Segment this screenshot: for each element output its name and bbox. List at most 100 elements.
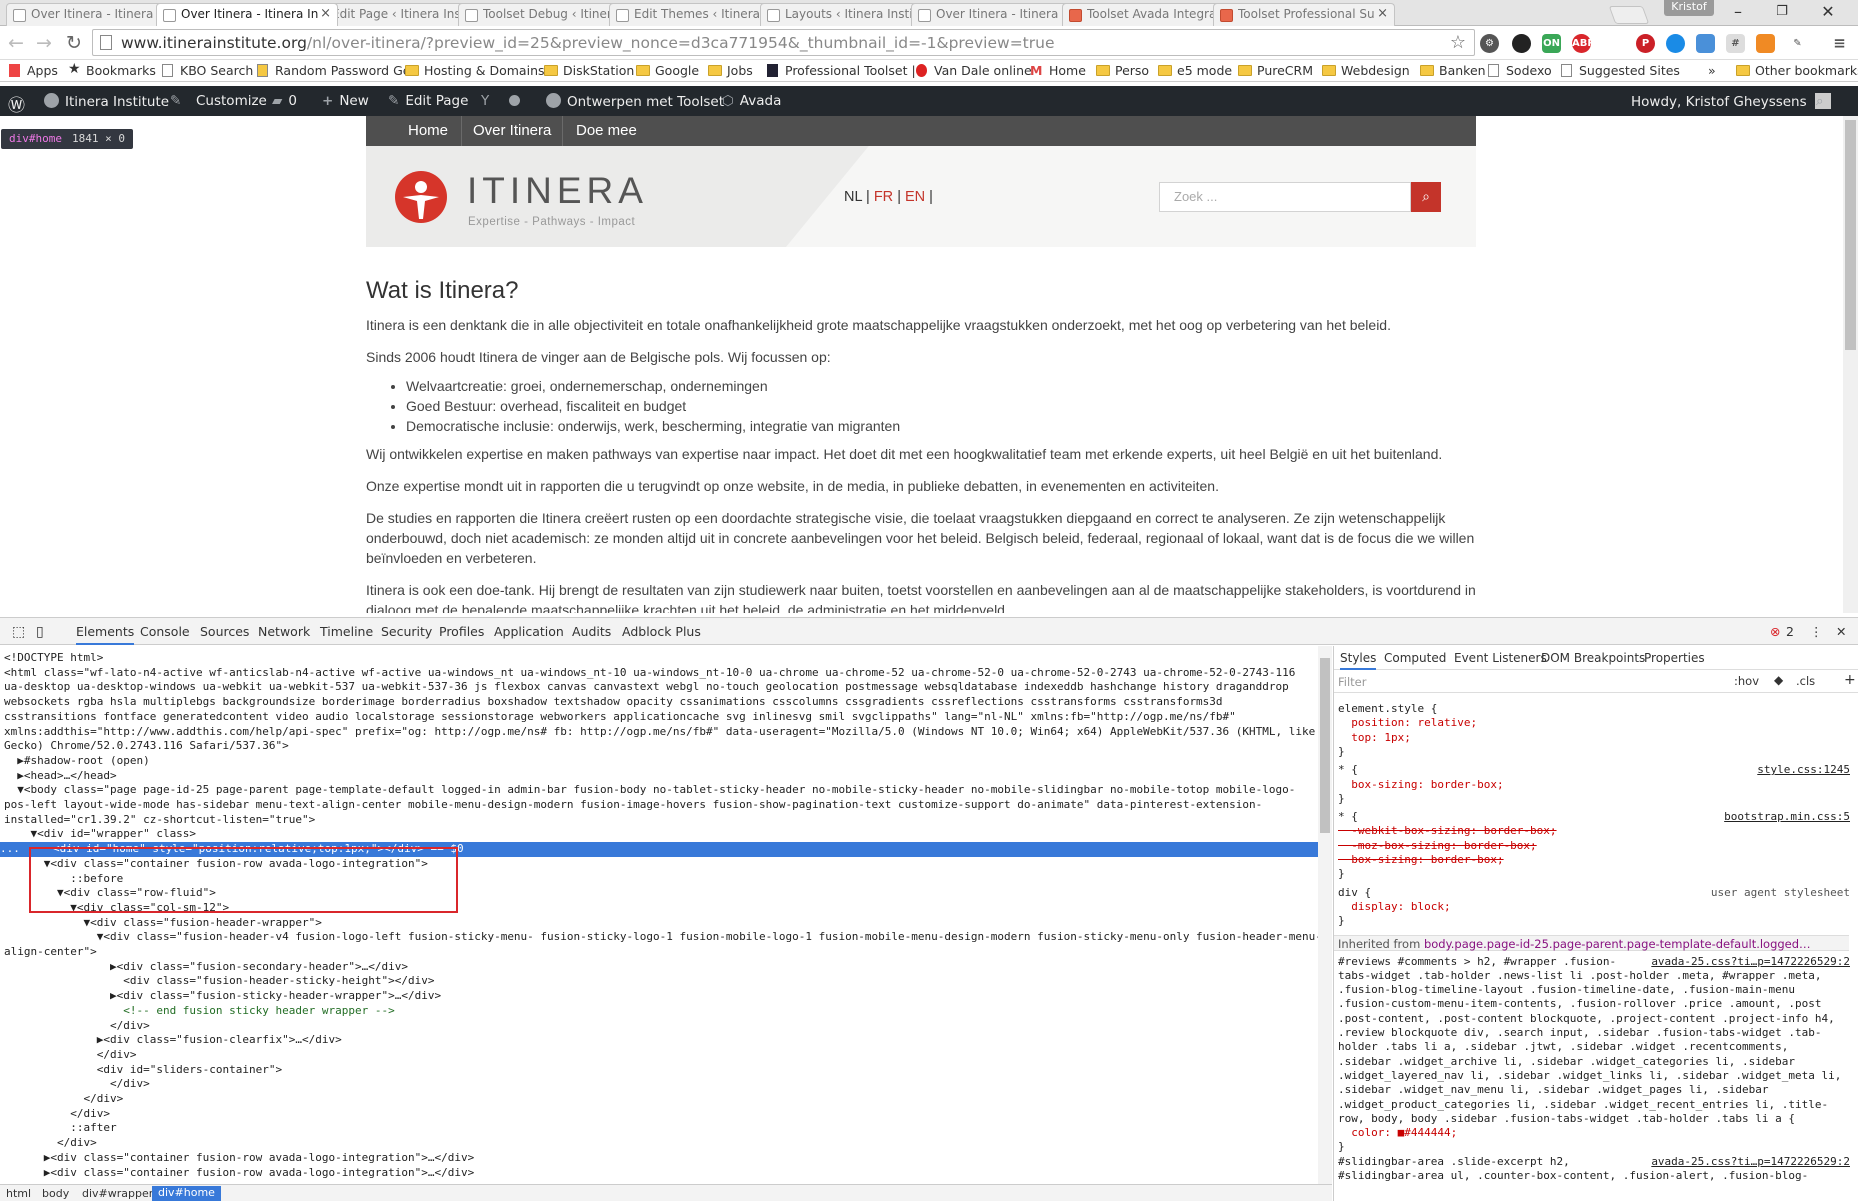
dom-node-line[interactable]: xmlns:addthis="http://www.addthis.com/he… <box>4 725 1318 740</box>
breadcrumb-html[interactable]: html <box>6 1187 31 1200</box>
admin-bar-toolset[interactable]: Ontwerpen met Toolset <box>546 93 724 110</box>
bookmark-item[interactable]: Sodexo <box>1487 63 1552 78</box>
style-rule-line[interactable]: display: block; <box>1338 900 1450 914</box>
inherited-rule-line[interactable]: tabs-widget .tab-holder .news-list li .p… <box>1338 969 1821 983</box>
pinterest-icon[interactable]: P <box>1636 34 1655 53</box>
inherited-rule-line[interactable]: #slidingbar-area .slide-excerpt h2, <box>1338 1155 1570 1169</box>
search-icon[interactable]: ⌕ <box>1816 93 1824 109</box>
breadcrumb-wrapper[interactable]: div#wrapper <box>82 1187 153 1200</box>
style-rule-line[interactable]: -moz-box-sizing: border-box; <box>1338 839 1536 853</box>
dom-node-line[interactable]: ▼<div id="wrapper" class> <box>4 827 1318 842</box>
bookmarks-overflow-button[interactable]: » <box>1708 63 1716 78</box>
styles-tab-properties[interactable]: Properties <box>1644 651 1705 665</box>
admin-bar-comments[interactable]: ▰ 0 <box>272 93 297 109</box>
device-toggle-icon[interactable]: ▯ <box>36 624 44 640</box>
yoast-icon[interactable]: Y <box>481 93 489 109</box>
adblock-plus-icon[interactable]: ABP <box>1572 34 1595 53</box>
style-source-link[interactable]: avada-25.css?ti…p=1472226529:2 <box>1651 955 1850 969</box>
style-source-link[interactable]: user agent stylesheet <box>1711 886 1850 900</box>
dom-node-line[interactable]: ::after <box>4 1121 1318 1136</box>
style-rule-line[interactable]: } <box>1338 914 1345 928</box>
menu-icon[interactable]: ≡ <box>1830 34 1849 53</box>
on-extension-icon[interactable]: ON <box>1542 34 1561 53</box>
inherited-rule-line[interactable]: color: ■#444444; <box>1338 1126 1457 1140</box>
inherited-rule-line[interactable]: .post-content, .post-content blockquote,… <box>1338 1012 1835 1026</box>
site-search-button[interactable]: ⌕ <box>1411 182 1441 212</box>
bookmark-folder[interactable]: Webdesign <box>1322 63 1410 78</box>
settings-gear-icon[interactable]: ⚙ <box>1480 34 1499 53</box>
dom-node-line[interactable]: ▼<div class="fusion-header-wrapper"> <box>4 916 1318 931</box>
dom-node-line[interactable]: installed="cr1.39.2" cz-shortcut-listen=… <box>4 813 1318 828</box>
bookmark-folder[interactable]: Jobs <box>708 63 753 78</box>
dom-node-line[interactable]: ▶<div class="container fusion-row avada-… <box>4 1151 1318 1166</box>
hover-state-toggle[interactable]: :hov <box>1734 674 1759 688</box>
dom-node-line[interactable]: </div> <box>4 1077 1318 1092</box>
bookmark-apps[interactable]: Apps <box>8 63 58 78</box>
style-rule-line[interactable]: } <box>1338 745 1345 759</box>
inherited-rule-line[interactable]: .fusion-custom-menu-item-contents, .fusi… <box>1338 997 1821 1011</box>
bookmark-folder[interactable]: Perso <box>1096 63 1149 78</box>
dom-node-line[interactable]: csstransitions fontface generatedcontent… <box>4 710 1318 725</box>
bookmark-item[interactable]: Van Dale online <box>915 63 1032 78</box>
inherited-rule-line[interactable]: holder .tabs li a, .sidebar .jtwt, .side… <box>1338 1040 1788 1054</box>
style-source-link[interactable]: style.css:1245 <box>1757 763 1850 777</box>
lang-nl[interactable]: NL <box>844 189 862 205</box>
devtools-tab-application[interactable]: Application <box>494 624 564 639</box>
dom-node-line[interactable]: </div> <box>4 1092 1318 1107</box>
window-extension-icon[interactable] <box>1696 34 1715 53</box>
style-source-link[interactable]: avada-25.css?ti…p=1472226529:2 <box>1651 1155 1850 1169</box>
dom-node-line[interactable]: <div class="fusion-header-sticky-height"… <box>4 974 1318 989</box>
new-tab-button[interactable] <box>1608 6 1650 24</box>
dom-node-line[interactable]: <div id="sliders-container"> <box>4 1063 1318 1078</box>
dom-node-line[interactable]: <html class="wf-lato-n4-active wf-antics… <box>4 666 1318 681</box>
extension-icon[interactable] <box>1666 34 1685 53</box>
dom-node-line[interactable]: Gecko) Chrome/52.0.2743.116 Safari/537.3… <box>4 739 1318 754</box>
other-bookmarks[interactable]: Other bookmarks <box>1736 63 1858 78</box>
scrollbar-thumb[interactable] <box>1845 120 1856 350</box>
color-format-icon[interactable]: ◆ <box>1774 673 1783 687</box>
dom-node-line[interactable]: ▼<div class="fusion-header-v4 fusion-log… <box>4 930 1318 945</box>
style-rule-line[interactable]: position: relative; <box>1338 716 1477 730</box>
style-rule-line[interactable]: -webkit-box-sizing: border-box; <box>1338 824 1556 838</box>
bookmark-folder[interactable]: PureCRM <box>1238 63 1313 78</box>
dom-node-line[interactable]: ▼<body class="page page-id-25 page-paren… <box>4 783 1318 798</box>
address-bar[interactable]: www.itinerainstitute.org/nl/over-itinera… <box>92 29 1475 56</box>
close-window-icon[interactable]: ✕ <box>1808 1 1848 23</box>
devtools-tab-sources[interactable]: Sources <box>200 624 249 639</box>
elements-scrollbar[interactable] <box>1318 646 1332 1185</box>
dom-node-line[interactable]: <!DOCTYPE html> <box>4 651 1318 666</box>
dom-node-line[interactable]: </div> <box>4 1107 1318 1122</box>
profile-badge[interactable]: Kristof <box>1664 0 1714 16</box>
bookmark-folder[interactable]: Banken <box>1420 63 1486 78</box>
devtools-tab-profiles[interactable]: Profiles <box>439 624 484 639</box>
devtools-tab-security[interactable]: Security <box>381 624 432 639</box>
devtools-tab-timeline[interactable]: Timeline <box>320 624 373 639</box>
inherited-rule-line[interactable]: .widget_layered_nav li, .sidebar .widget… <box>1338 1069 1841 1083</box>
nav-home[interactable]: Home <box>408 122 448 139</box>
minimize-icon[interactable]: – <box>1718 1 1758 23</box>
bookmark-item[interactable]: Random Password Ge <box>256 63 410 78</box>
site-search-input[interactable]: Zoek ... <box>1159 182 1411 212</box>
inherited-rule-line[interactable]: .widget_product_categories li, .sidebar … <box>1338 1098 1828 1112</box>
bookmark-folder[interactable]: Hosting & Domains <box>405 63 545 78</box>
style-rule-line[interactable]: div { <box>1338 886 1371 900</box>
admin-bar-avada[interactable]: ⬡ Avada <box>722 93 781 109</box>
devtools-tab-console[interactable]: Console <box>140 624 190 639</box>
style-rule-line[interactable]: top: 1px; <box>1338 731 1411 745</box>
admin-bar-site-name[interactable]: Itinera Institute <box>44 93 169 110</box>
style-rule-line[interactable]: box-sizing: border-box; <box>1338 853 1503 867</box>
restore-icon[interactable]: ❐ <box>1762 1 1802 23</box>
bookmark-item[interactable]: M Home <box>1030 63 1086 78</box>
breadcrumb-body[interactable]: body <box>42 1187 69 1200</box>
style-rule-line[interactable]: box-sizing: border-box; <box>1338 778 1503 792</box>
bookmark-item[interactable]: Suggested Sites <box>1560 63 1680 78</box>
page-info-icon[interactable] <box>100 35 112 50</box>
dom-node-line[interactable]: ua-desktop ua-desktop-windows ua-webkit … <box>4 680 1318 695</box>
more-menu-icon[interactable]: ⋮ <box>1810 624 1823 639</box>
nav-doe-mee[interactable]: Doe mee <box>576 122 637 139</box>
bookmark-star-icon[interactable]: ☆ <box>1450 32 1466 53</box>
forward-arrow-icon[interactable]: → <box>32 31 56 55</box>
grid-extension-icon[interactable]: # <box>1726 34 1745 53</box>
dom-node-line[interactable]: ▶#shadow-root (open) <box>4 754 1318 769</box>
style-rule-line[interactable]: * { <box>1338 763 1358 777</box>
